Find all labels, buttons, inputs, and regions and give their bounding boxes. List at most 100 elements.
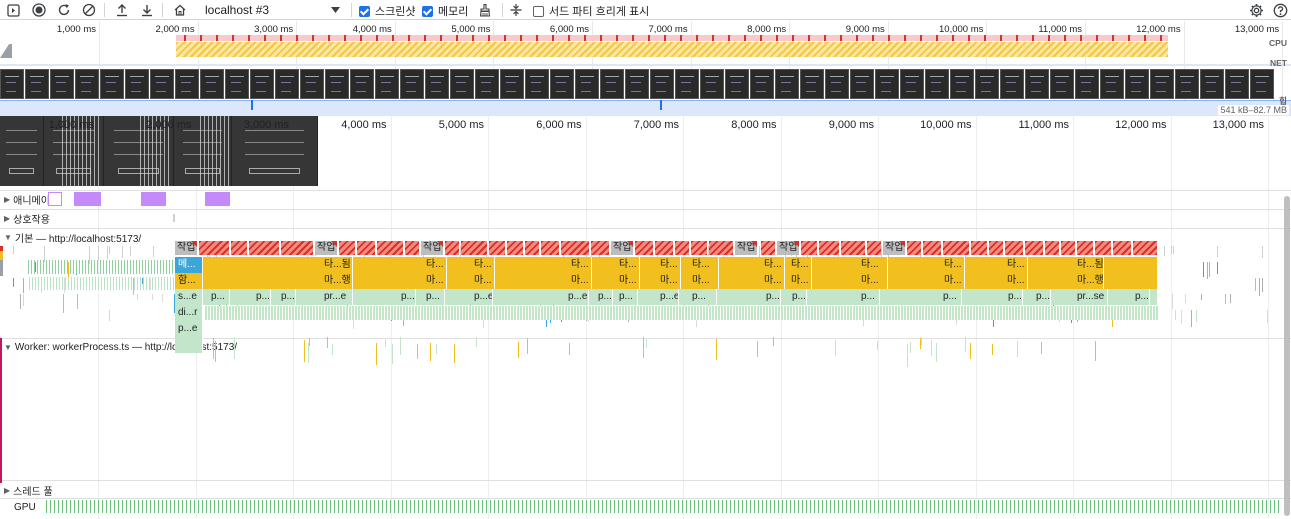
worker-row4-block[interactable]: p... (616, 289, 638, 305)
worker-row2-block[interactable]: 타... (568, 257, 592, 273)
third-party-checkbox[interactable]: 서드 파티 흐리게 표시 (533, 3, 649, 19)
worker-row2-block[interactable]: 타... (471, 257, 495, 273)
task-block[interactable]: 작업 (611, 241, 633, 255)
task-block[interactable] (943, 241, 969, 255)
worker-row2-block[interactable]: 메... (175, 257, 203, 273)
task-block[interactable] (1095, 241, 1111, 255)
timeline-overview[interactable]: 1,000 ms 2,000 ms 3,000 ms 4,000 ms 5,000 ms… (0, 21, 1291, 116)
worker-row4-block[interactable]: p...e (565, 289, 589, 305)
task-block[interactable] (1045, 241, 1059, 255)
task-block[interactable]: 작업 (315, 241, 337, 255)
task-block[interactable] (907, 241, 921, 255)
worker-row3-block[interactable]: 마...행 (321, 273, 353, 289)
worker-row2-block[interactable]: 타... (657, 257, 681, 273)
worker-row2-block[interactable]: 타...됨 (1074, 257, 1104, 273)
worker-row3-block[interactable]: 마... (788, 273, 812, 289)
task-block[interactable] (541, 241, 559, 255)
worker-row2-block[interactable]: 타...됨 (321, 257, 353, 273)
worker-row4-block[interactable]: p...e (471, 289, 493, 305)
worker-row3-block[interactable]: 마...행 (1074, 273, 1104, 289)
task-block[interactable] (923, 241, 941, 255)
task-block[interactable] (1133, 241, 1157, 255)
task-block[interactable] (357, 241, 375, 255)
expand-collapse-icon[interactable] (507, 1, 525, 19)
task-block[interactable] (1113, 241, 1131, 255)
task-block[interactable] (1005, 241, 1023, 255)
worker-row3-block[interactable]: 마... (471, 273, 495, 289)
track-interactions[interactable]: ▶ 상호작용 (4, 211, 50, 226)
task-block[interactable] (489, 241, 505, 255)
worker-row3-block[interactable]: 함... (175, 273, 203, 289)
task-block[interactable] (971, 241, 987, 255)
task-block[interactable]: 작업 (175, 241, 197, 255)
worker-row4-block[interactable]: p... (1005, 289, 1023, 305)
download-icon[interactable] (138, 1, 156, 19)
home-icon[interactable] (171, 1, 189, 19)
cleanup-icon[interactable] (476, 1, 494, 19)
worker-row3-block[interactable]: 마... (568, 273, 592, 289)
task-block[interactable] (199, 241, 229, 255)
worker-row3-block[interactable]: 마... (616, 273, 640, 289)
worker-row4-block[interactable]: p... (858, 289, 880, 305)
reload-icon[interactable] (55, 1, 73, 19)
worker-row4-block[interactable]: p... (398, 289, 416, 305)
animation-block[interactable] (48, 192, 62, 206)
task-block[interactable] (591, 241, 609, 255)
task-block[interactable] (801, 241, 817, 255)
task-block[interactable] (231, 241, 247, 255)
task-block[interactable] (445, 241, 459, 255)
worker-row4-block[interactable]: p... (595, 289, 613, 305)
worker-row3-block[interactable]: 마... (689, 273, 719, 289)
worker-row4-block[interactable]: p... (789, 289, 807, 305)
worker-row4-block[interactable]: p... (1132, 289, 1150, 305)
worker-row2-block[interactable]: 타... (858, 257, 888, 273)
vertical-scrollbar[interactable] (1284, 196, 1290, 516)
upload-icon[interactable] (113, 1, 131, 19)
task-block[interactable] (507, 241, 523, 255)
worker-row2-block[interactable]: 타... (1004, 257, 1028, 273)
help-icon[interactable] (1271, 1, 1289, 19)
worker-row6-block[interactable]: p...e (175, 321, 203, 337)
record-icon[interactable] (30, 1, 48, 19)
worker-row2-block[interactable]: 타... (423, 257, 447, 273)
task-block[interactable] (249, 241, 279, 255)
animation-block[interactable] (205, 192, 230, 206)
sidebar-toggle-icon[interactable] (4, 1, 22, 19)
worker-row2-block[interactable]: 타... (689, 257, 719, 273)
task-block[interactable] (377, 241, 403, 255)
task-block[interactable] (461, 241, 487, 255)
task-block[interactable]: 작업 (735, 241, 757, 255)
task-block[interactable] (1025, 241, 1043, 255)
worker-row4-block[interactable]: p... (208, 289, 230, 305)
task-block[interactable] (709, 241, 733, 255)
worker-row2-block[interactable]: 타... (941, 257, 965, 273)
task-block[interactable] (405, 241, 419, 255)
worker-row4-block[interactable]: p... (689, 289, 717, 305)
task-block[interactable] (989, 241, 1003, 255)
clear-icon[interactable] (80, 1, 98, 19)
worker-row3-block[interactable]: 마... (657, 273, 681, 289)
worker-row4-block[interactable]: pr...se (1074, 289, 1108, 305)
recording-select[interactable]: localhost #3 (198, 2, 344, 18)
task-block[interactable] (761, 241, 775, 255)
task-block[interactable] (525, 241, 539, 255)
task-block[interactable]: 작업 (421, 241, 443, 255)
animation-block[interactable] (74, 192, 101, 206)
worker-row4-block[interactable]: p...e (657, 289, 679, 305)
task-block[interactable] (1077, 241, 1093, 255)
worker-row4-block[interactable]: p... (1033, 289, 1051, 305)
task-block[interactable] (339, 241, 355, 255)
track-gpu[interactable]: GPU (14, 502, 36, 513)
worker-row3-block[interactable]: 마... (858, 273, 888, 289)
worker-row3-block[interactable]: 마... (941, 273, 965, 289)
track-main-thread[interactable]: ▼ 기본 — http://localhost:5173/ (4, 230, 141, 245)
task-block[interactable] (819, 241, 839, 255)
task-block[interactable] (691, 241, 707, 255)
task-block[interactable] (281, 241, 313, 255)
animation-block[interactable] (141, 192, 166, 206)
worker-row4-block[interactable]: p... (423, 289, 445, 305)
worker-row4-block[interactable]: p... (763, 289, 781, 305)
task-block[interactable]: 작업 (883, 241, 905, 255)
worker-row3-block[interactable]: 마... (1004, 273, 1028, 289)
worker-row2-block[interactable]: 타... (788, 257, 812, 273)
